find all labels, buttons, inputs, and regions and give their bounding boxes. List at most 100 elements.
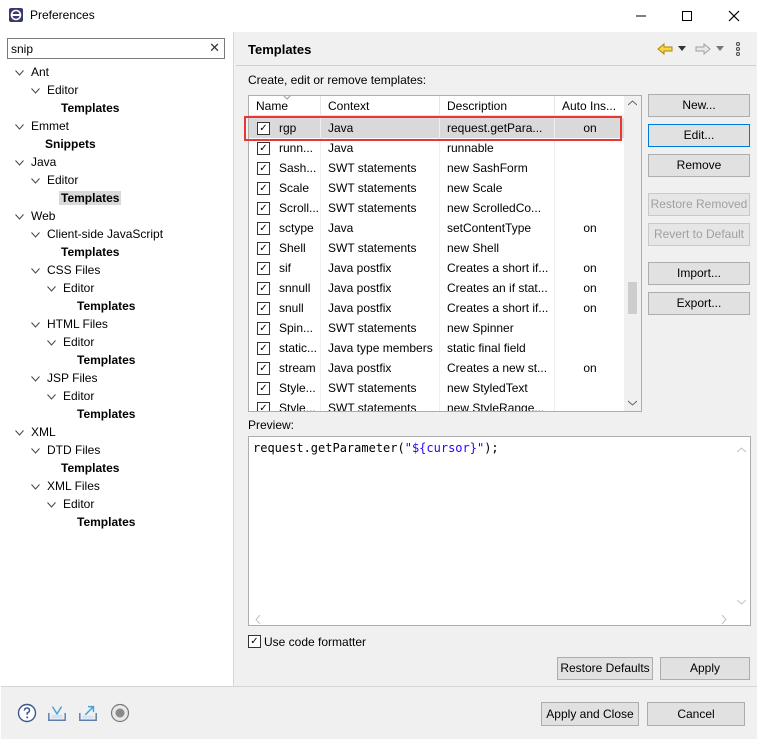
chevron-down-icon[interactable] xyxy=(29,443,41,461)
import-prefs-icon[interactable] xyxy=(47,703,67,723)
filter-input[interactable] xyxy=(11,41,201,56)
tree-item[interactable]: HTML Files xyxy=(29,315,108,333)
formatter-checkbox[interactable]: ✓ xyxy=(248,635,261,648)
chevron-down-icon[interactable] xyxy=(29,83,41,101)
row-checkbox[interactable]: ✓ xyxy=(257,162,270,175)
cancel-button[interactable]: Cancel xyxy=(647,702,745,726)
clear-filter-icon[interactable]: ✕ xyxy=(209,40,220,56)
tree-item[interactable]: Editor xyxy=(45,279,94,297)
tree-item[interactable]: Templates xyxy=(61,99,119,117)
back-menu-icon[interactable] xyxy=(678,45,686,53)
chevron-down-icon[interactable] xyxy=(29,479,41,497)
chevron-down-icon[interactable] xyxy=(29,317,41,335)
chevron-down-icon[interactable] xyxy=(13,209,25,227)
tree-item[interactable]: Client-side JavaScript xyxy=(29,225,163,243)
tree-item[interactable]: Templates xyxy=(61,459,119,477)
view-menu-icon[interactable] xyxy=(734,41,742,57)
edit-button[interactable]: Edit... xyxy=(648,124,750,147)
chevron-down-icon[interactable] xyxy=(13,155,25,173)
tree-item[interactable]: XML xyxy=(13,423,56,441)
scroll-down-icon[interactable] xyxy=(628,400,637,406)
chevron-down-icon[interactable] xyxy=(45,335,57,353)
row-checkbox[interactable]: ✓ xyxy=(257,302,270,315)
scroll-thumb[interactable] xyxy=(628,282,637,314)
import-button[interactable]: Import... xyxy=(648,262,750,285)
minimize-button[interactable] xyxy=(618,0,664,32)
tree-item[interactable]: JSP Files xyxy=(29,369,97,387)
close-button[interactable] xyxy=(711,0,757,32)
chevron-down-icon[interactable] xyxy=(29,173,41,191)
table-row[interactable]: ✓ Spin... SWT statements new Spinner xyxy=(249,318,625,338)
table-row[interactable]: ✓ Shell SWT statements new Shell xyxy=(249,238,625,258)
chevron-down-icon[interactable] xyxy=(29,263,41,281)
tree-item[interactable]: Templates xyxy=(77,297,135,315)
new-button[interactable]: New... xyxy=(648,94,750,117)
tree-item[interactable]: Editor xyxy=(45,387,94,405)
row-checkbox[interactable]: ✓ xyxy=(257,322,270,335)
templates-table[interactable]: Name Context Description Auto Ins... ✓ rg… xyxy=(248,95,642,412)
row-checkbox[interactable]: ✓ xyxy=(257,402,270,411)
preview-scroll-right-icon[interactable] xyxy=(721,615,727,624)
preview-scroll-left-icon[interactable] xyxy=(255,615,261,624)
chevron-down-icon[interactable] xyxy=(45,389,57,407)
apply-and-close-button[interactable]: Apply and Close xyxy=(541,702,639,726)
table-row[interactable]: ✓ sctype Java setContentType on xyxy=(249,218,625,238)
table-row[interactable]: ✓ Style... SWT statements new StyleRange... xyxy=(249,398,625,411)
column-header-auto-insert[interactable]: Auto Ins... xyxy=(555,96,625,116)
tree-item[interactable]: Editor xyxy=(29,171,78,189)
chevron-down-icon[interactable] xyxy=(13,119,25,137)
chevron-down-icon[interactable] xyxy=(13,425,25,443)
tree-item[interactable]: Templates xyxy=(61,243,119,261)
filter-field[interactable]: ✕ xyxy=(7,38,225,59)
help-icon[interactable] xyxy=(17,703,37,723)
preview-editor[interactable]: request.getParameter("${cursor}"); xyxy=(248,436,751,626)
tree-item[interactable]: CSS Files xyxy=(29,261,100,279)
maximize-button[interactable] xyxy=(664,0,710,32)
row-checkbox[interactable]: ✓ xyxy=(257,362,270,375)
table-row[interactable]: ✓ snnull Java postfix Creates an if stat...… xyxy=(249,278,625,298)
export-prefs-icon[interactable] xyxy=(78,703,98,723)
tree-item[interactable]: XML Files xyxy=(29,477,100,495)
table-row[interactable]: ✓ sif Java postfix Creates a short if... on xyxy=(249,258,625,278)
tree-item[interactable]: Templates xyxy=(59,189,122,207)
chevron-down-icon[interactable] xyxy=(29,371,41,389)
tree-item[interactable]: Editor xyxy=(45,495,94,513)
table-row[interactable]: ✓ Sash... SWT statements new SashForm xyxy=(249,158,625,178)
row-checkbox[interactable]: ✓ xyxy=(257,202,270,215)
revert-to-default-button[interactable]: Revert to Default xyxy=(648,223,750,246)
table-row[interactable]: ✓ runn... Java runnable xyxy=(249,138,625,158)
chevron-down-icon[interactable] xyxy=(45,497,57,515)
tree-item[interactable]: Snippets xyxy=(45,135,96,153)
column-header-description[interactable]: Description xyxy=(440,96,555,116)
restore-defaults-button[interactable]: Restore Defaults xyxy=(557,657,653,680)
tree-item[interactable]: Templates xyxy=(77,513,135,531)
chevron-down-icon[interactable] xyxy=(45,281,57,299)
tree-item[interactable]: Editor xyxy=(29,81,78,99)
tree-item[interactable]: DTD Files xyxy=(29,441,100,459)
chevron-down-icon[interactable] xyxy=(29,227,41,245)
back-arrow-icon[interactable] xyxy=(656,41,674,57)
column-header-context[interactable]: Context xyxy=(321,96,440,116)
remove-button[interactable]: Remove xyxy=(648,154,750,177)
row-checkbox[interactable]: ✓ xyxy=(257,342,270,355)
table-row[interactable]: ✓ stream Java postfix Creates a new st... on xyxy=(249,358,625,378)
row-checkbox[interactable]: ✓ xyxy=(257,262,270,275)
tree-item[interactable]: Java xyxy=(13,153,56,171)
scroll-up-icon[interactable] xyxy=(628,100,637,106)
forward-arrow-icon[interactable] xyxy=(694,41,712,57)
row-checkbox[interactable]: ✓ xyxy=(257,282,270,295)
forward-menu-icon[interactable] xyxy=(716,45,724,53)
row-checkbox[interactable]: ✓ xyxy=(257,382,270,395)
row-checkbox[interactable]: ✓ xyxy=(257,242,270,255)
row-checkbox[interactable]: ✓ xyxy=(257,182,270,195)
table-row[interactable]: ✓ Scale SWT statements new Scale xyxy=(249,178,625,198)
tree-item[interactable]: Templates xyxy=(77,405,135,423)
tree-item[interactable]: Templates xyxy=(77,351,135,369)
row-checkbox[interactable]: ✓ xyxy=(257,222,270,235)
tree-item[interactable]: Ant xyxy=(13,63,49,81)
table-row[interactable]: ✓ static... Java type members static final … xyxy=(249,338,625,358)
table-row[interactable]: ✓ Style... SWT statements new StyledText xyxy=(249,378,625,398)
row-checkbox[interactable]: ✓ xyxy=(257,142,270,155)
tree-item[interactable]: Editor xyxy=(45,333,94,351)
preview-scroll-down-icon[interactable] xyxy=(737,599,746,605)
